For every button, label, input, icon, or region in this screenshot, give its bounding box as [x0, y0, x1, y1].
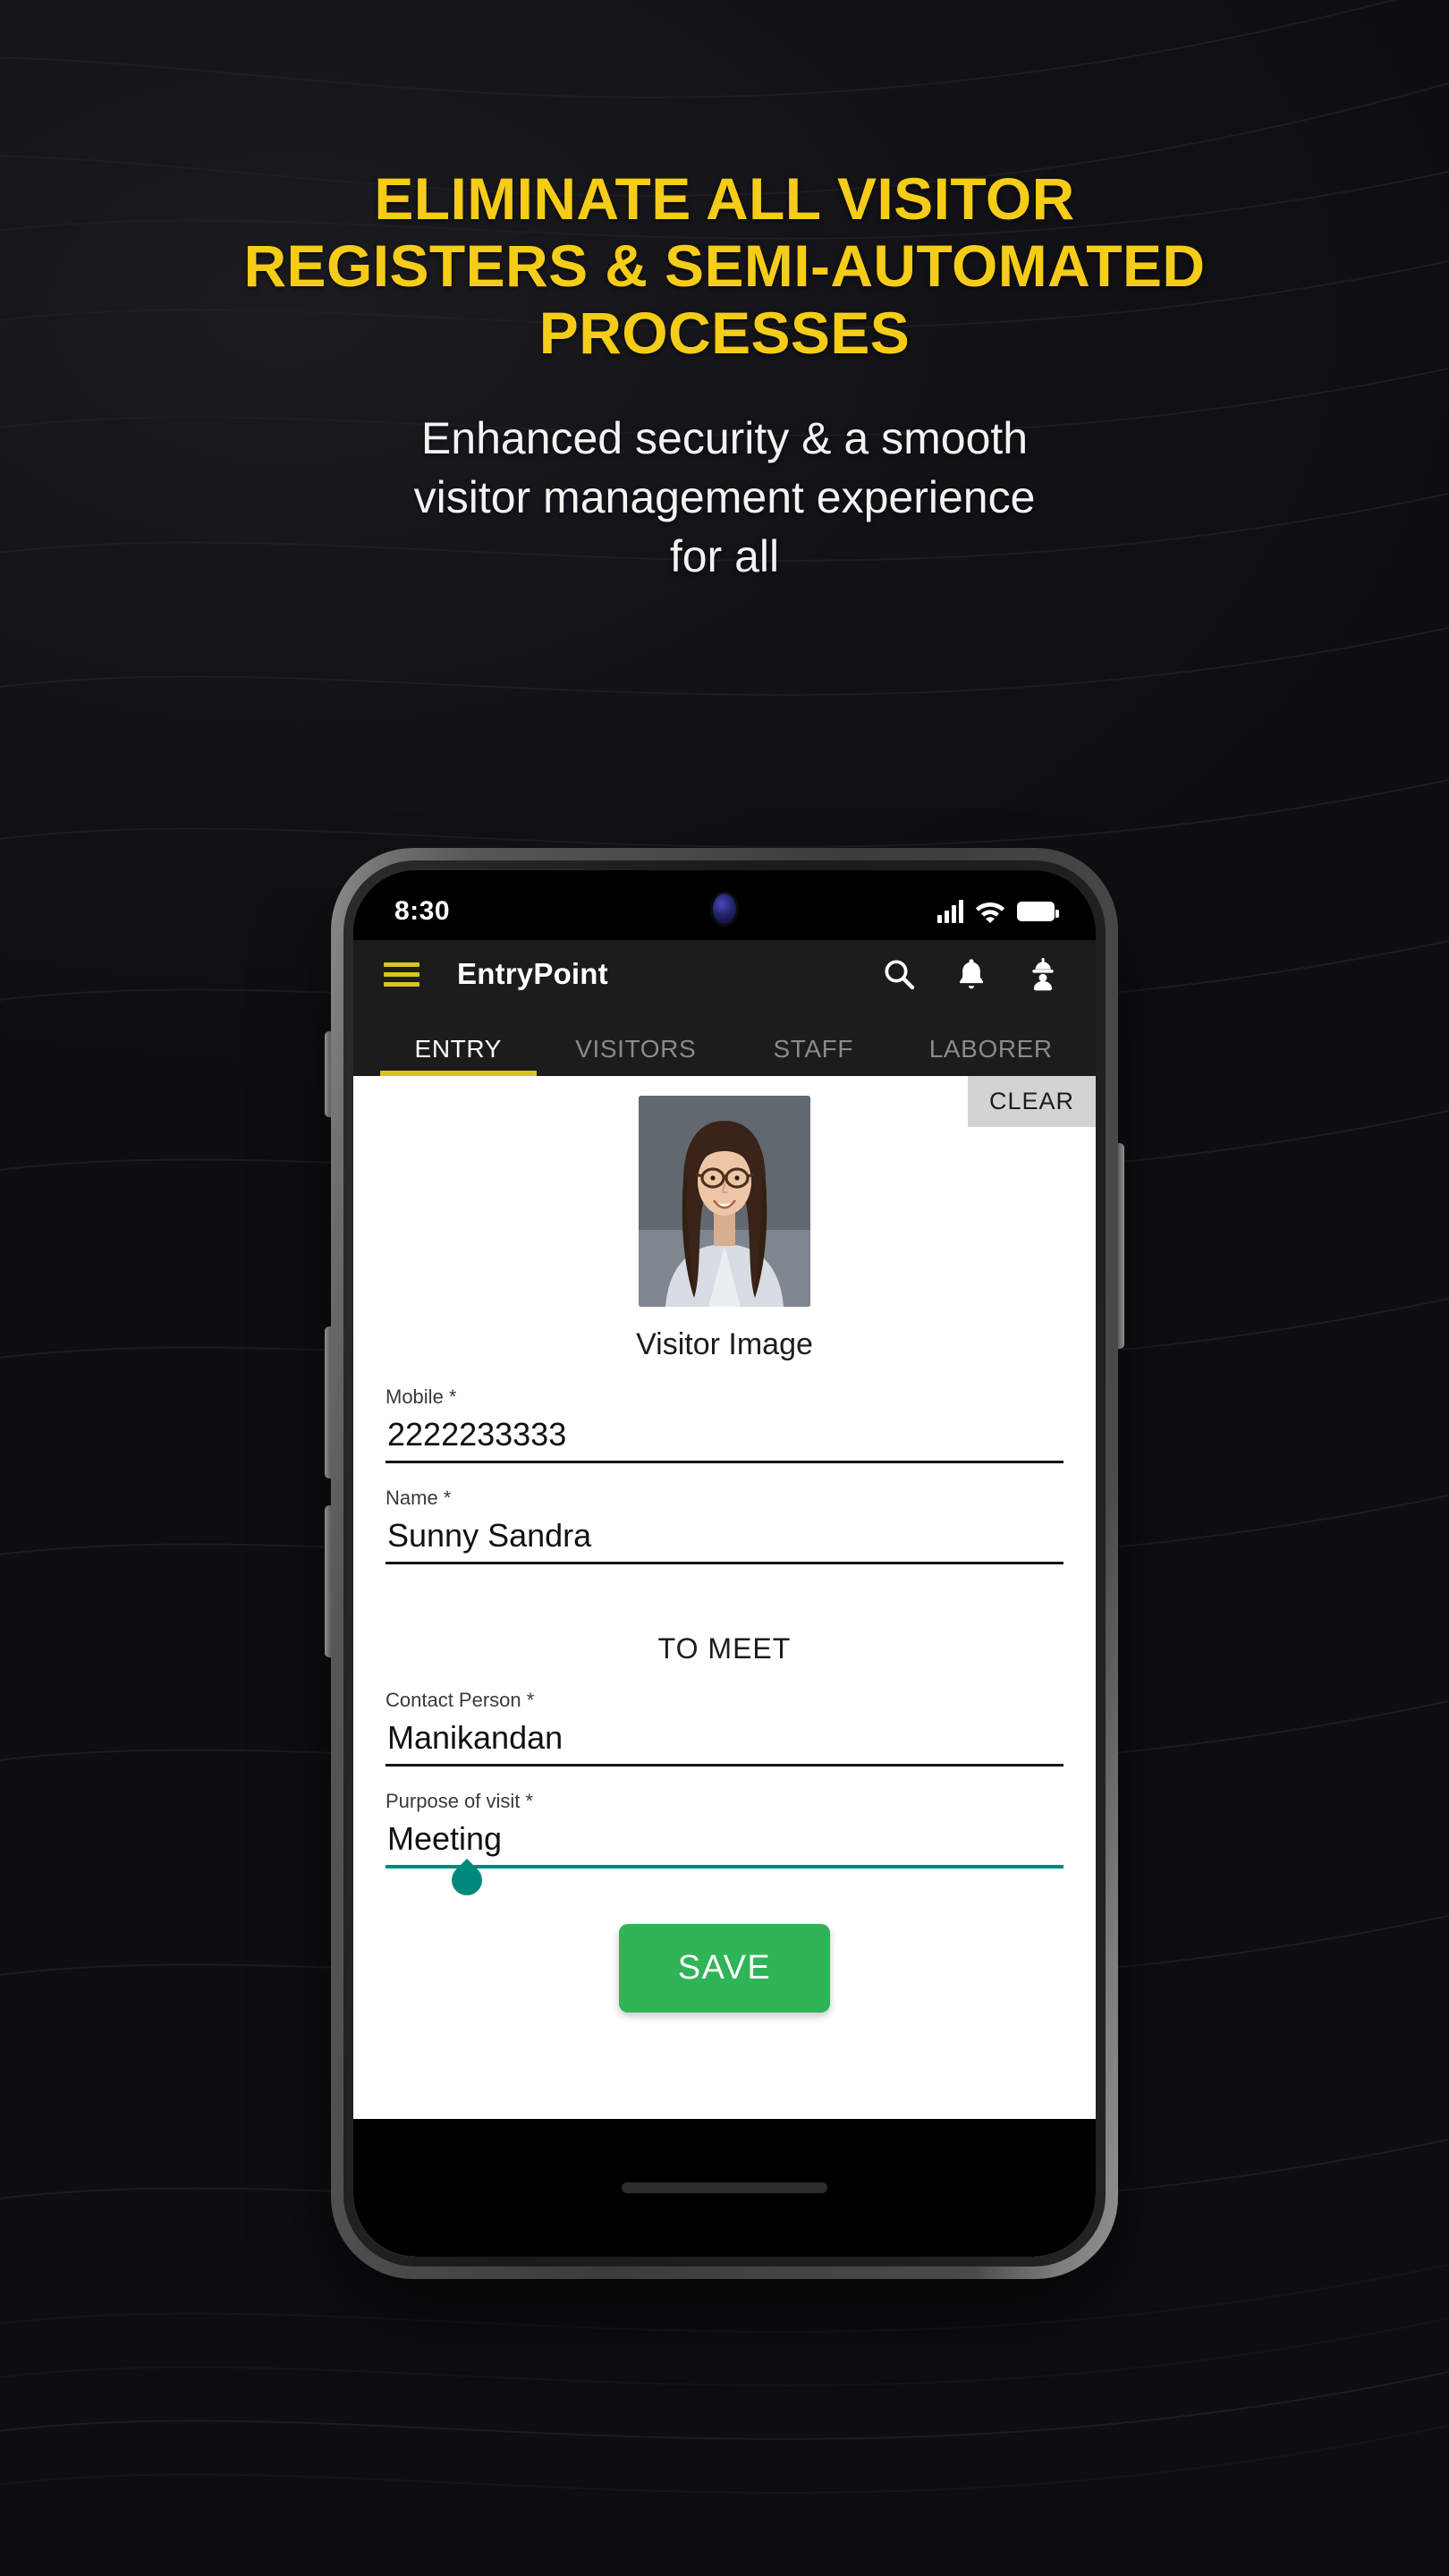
visitor-photo[interactable]	[639, 1096, 810, 1307]
tab-entry[interactable]: ENTRY	[369, 1035, 547, 1076]
system-navigation-bar	[353, 2119, 1096, 2257]
tab-visitors[interactable]: VISITORS	[547, 1035, 725, 1076]
mobile-field[interactable]: Mobile * 2222233333	[386, 1385, 1063, 1463]
hero-section: ELIMINATE ALL VISITOR REGISTERS & SEMI-A…	[0, 165, 1449, 586]
name-field-value[interactable]: Sunny Sandra	[386, 1510, 1063, 1564]
phone-frame: 8:30 EntryPoint ENTRY VISITORS STAFF LAB…	[331, 848, 1118, 2279]
home-indicator[interactable]	[622, 2182, 827, 2193]
phone-mockup: 8:30 EntryPoint ENTRY VISITORS STAFF LAB…	[325, 848, 1124, 2279]
subhead-line-3: for all	[669, 530, 780, 581]
notification-bell-icon[interactable]	[954, 956, 988, 992]
tab-laborer[interactable]: LABORER	[902, 1035, 1080, 1076]
purpose-of-visit-field-value[interactable]: Meeting	[386, 1813, 1063, 1902]
headline-line-3: PROCESSES	[538, 300, 911, 367]
contact-person-field-label: Contact Person *	[386, 1689, 535, 1711]
tab-staff[interactable]: STAFF	[724, 1035, 902, 1076]
visitor-photo-wrap: Visitor Image	[386, 1076, 1063, 1362]
signal-bars-icon	[937, 900, 963, 923]
phone-bezel: 8:30 EntryPoint ENTRY VISITORS STAFF LAB…	[343, 860, 1106, 2267]
contact-person-field-value[interactable]: Manikandan	[386, 1712, 1063, 1767]
save-button[interactable]: SAVE	[618, 1924, 831, 2012]
text-cursor-handle[interactable]	[445, 1858, 489, 1902]
purpose-of-visit-field[interactable]: Purpose of visit * Meeting	[386, 1790, 1063, 1902]
to-meet-section-title: TO MEET	[657, 1632, 792, 1665]
mobile-field-label: Mobile *	[386, 1385, 457, 1408]
tab-bar: ENTRY VISITORS STAFF LABORER	[353, 1008, 1096, 1076]
app-bar: EntryPoint	[353, 940, 1096, 1008]
save-button-wrap: SAVE	[386, 1924, 1063, 2012]
headline-line-1: ELIMINATE ALL VISITOR	[374, 165, 1075, 232]
purpose-of-visit-field-label: Purpose of visit *	[386, 1790, 534, 1812]
status-bar: 8:30	[353, 870, 1096, 940]
visitor-photo-caption: Visitor Image	[636, 1327, 813, 1361]
wifi-icon	[975, 900, 1005, 923]
entry-form: CLEAR Visitor Image Mobile * 2222233333 …	[353, 1076, 1096, 2257]
app-title: EntryPoint	[457, 957, 608, 990]
clear-button[interactable]: CLEAR	[967, 1076, 1096, 1127]
hero-subheadline: Enhanced security & a smooth visitor man…	[63, 409, 1386, 586]
battery-icon	[1017, 902, 1059, 921]
subhead-line-1: Enhanced security & a smooth	[420, 412, 1029, 463]
app-bar-actions	[881, 955, 1060, 993]
front-camera-punchhole	[713, 894, 736, 924]
status-icons	[937, 900, 1059, 923]
name-field-label: Name *	[386, 1487, 452, 1509]
status-clock: 8:30	[394, 896, 451, 926]
mobile-field-value[interactable]: 2222233333	[386, 1409, 1063, 1463]
search-icon[interactable]	[881, 956, 917, 992]
hero-headline: ELIMINATE ALL VISITOR REGISTERS & SEMI-A…	[63, 165, 1386, 368]
headline-line-2: REGISTERS & SEMI-AUTOMATED	[243, 233, 1206, 300]
subhead-line-2: visitor management experience	[413, 471, 1036, 522]
contact-person-field[interactable]: Contact Person * Manikandan	[386, 1689, 1063, 1767]
hamburger-menu-icon[interactable]	[384, 962, 419, 987]
phone-screen: 8:30 EntryPoint ENTRY VISITORS STAFF LAB…	[353, 870, 1096, 2257]
worker-helmet-icon[interactable]	[1026, 955, 1060, 993]
name-field[interactable]: Name * Sunny Sandra	[386, 1487, 1063, 1564]
